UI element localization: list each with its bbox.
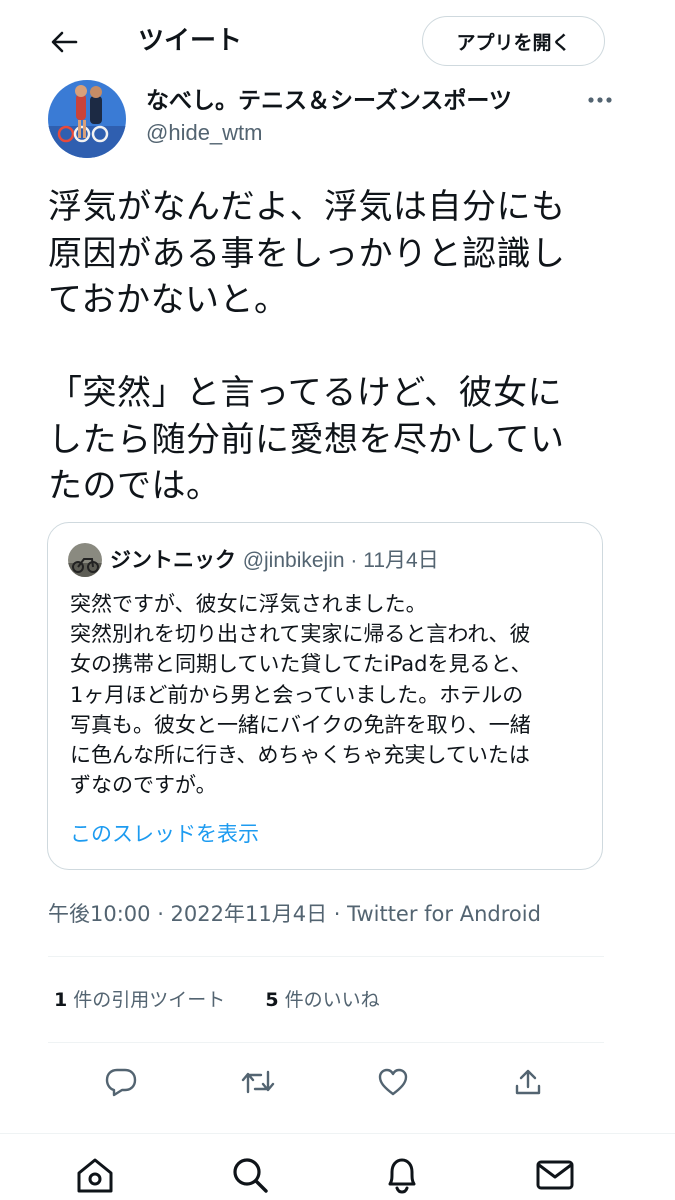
quoted-text-line: 突然ですが、彼女に浮気されました。 xyxy=(70,592,427,616)
tweet-text-line: 「突然」と言ってるけど、彼女に xyxy=(48,373,563,413)
author-handle[interactable]: @hide_wtm xyxy=(146,118,263,148)
reply-button[interactable] xyxy=(99,1060,143,1104)
quoted-text-line: 女の携帯と同期していた貸してたiPadを見ると、 xyxy=(70,652,532,677)
bell-icon xyxy=(388,1158,416,1194)
top-bar: ツイート アプリを開く xyxy=(0,0,675,82)
retweet-icon xyxy=(241,1070,275,1094)
nav-notifications[interactable] xyxy=(377,1152,427,1198)
quote-tweets-stat[interactable]: 1 件の引用ツイート xyxy=(54,985,225,1015)
more-horizontal-icon xyxy=(588,97,612,103)
reply-icon xyxy=(105,1068,137,1097)
nav-search[interactable] xyxy=(225,1152,275,1198)
tweet-timestamp[interactable]: 午後10:00 · 2022年11月4日 · Twitter for Andro… xyxy=(48,898,541,930)
bottom-nav xyxy=(0,1133,675,1200)
share-button[interactable] xyxy=(506,1060,550,1104)
quoted-text-line: ずなのですが。 xyxy=(70,773,217,798)
retweet-button[interactable] xyxy=(236,1060,280,1104)
share-icon xyxy=(515,1069,541,1095)
quoted-text-line: に色んな所に行き、めちゃくちゃ充実していたは xyxy=(70,743,530,768)
tweet-stats: 1 件の引用ツイート 5 件のいいね xyxy=(54,985,414,1015)
heart-icon xyxy=(378,1068,408,1096)
nav-messages[interactable] xyxy=(530,1152,580,1198)
likes-stat[interactable]: 5 件のいいね xyxy=(265,985,379,1015)
quoted-header: ジントニック @jinbikejin · 11月4日 xyxy=(110,545,439,576)
quoted-author-name: ジントニック xyxy=(110,548,236,572)
tweet-text-line xyxy=(48,324,608,371)
search-icon xyxy=(233,1158,268,1193)
tweet-text: 浮気がなんだよ、浮気は自分にも 原因がある事をしっかりと認識し ておかないと。 … xyxy=(48,184,608,510)
avatar[interactable] xyxy=(48,80,126,158)
home-icon xyxy=(77,1158,113,1193)
tweet-text-line: したら随分前に愛想を尽かしてい xyxy=(48,419,565,460)
nav-home[interactable] xyxy=(70,1152,120,1198)
arrow-left-icon xyxy=(51,31,78,53)
show-thread-link[interactable]: このスレッドを表示 xyxy=(70,819,259,849)
quoted-text-line: 写真も。彼女と一緒にバイクの免許を取り、一緒 xyxy=(70,712,531,737)
more-button[interactable] xyxy=(578,88,622,112)
quoted-author-meta: @jinbikejin · 11月4日 xyxy=(242,549,439,572)
quoted-avatar xyxy=(68,543,102,577)
quoted-text: 突然ですが、彼女に浮気されました。 突然別れを切り出されて実家に帰ると言われ、彼… xyxy=(70,589,590,800)
quote-label: 件の引用ツイート xyxy=(73,989,226,1011)
divider xyxy=(48,1042,604,1043)
quoted-tweet[interactable]: ジントニック @jinbikejin · 11月4日 突然ですが、彼女に浮気され… xyxy=(47,522,603,870)
author-name[interactable]: なべし。テニス＆シーズンスポーツ xyxy=(146,86,512,116)
action-bar xyxy=(0,1060,675,1104)
back-button[interactable] xyxy=(44,24,84,60)
open-app-button[interactable]: アプリを開く xyxy=(422,16,605,66)
tweet-author: なべし。テニス＆シーズンスポーツ @hide_wtm xyxy=(48,80,628,160)
quote-count: 1 xyxy=(54,989,68,1011)
divider xyxy=(48,956,604,957)
page-title: ツイート xyxy=(138,26,243,56)
quoted-text-line: 突然別れを切り出されて実家に帰ると言われ、彼 xyxy=(70,622,531,647)
tweet-text-line: たのでは。 xyxy=(48,466,221,506)
tweet-text-line: ておかないと。 xyxy=(48,280,289,320)
like-label: 件のいいね xyxy=(284,989,380,1011)
quoted-text-line: 1ヶ月ほど前から男と会っていました。ホテルの xyxy=(70,682,524,707)
tweet-text-line: 原因がある事をしっかりと認識し xyxy=(48,233,566,274)
tweet-text-line: 浮気がなんだよ、浮気は自分にも xyxy=(48,187,566,227)
like-count: 5 xyxy=(265,989,279,1011)
mail-icon xyxy=(536,1160,574,1190)
like-button[interactable] xyxy=(371,1060,415,1104)
